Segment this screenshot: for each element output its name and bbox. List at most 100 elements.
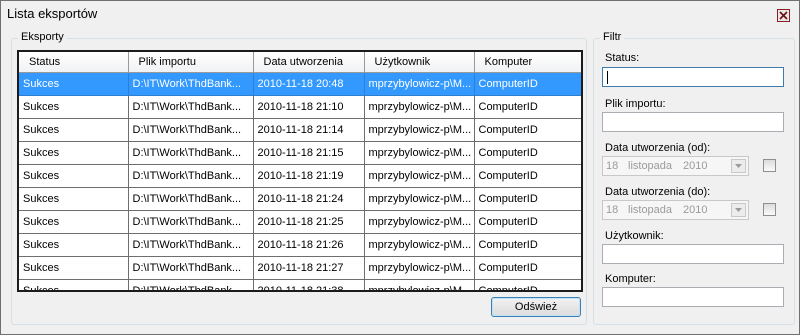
cell-computer: ComputerID — [474, 279, 581, 290]
cell-status: Sukces — [19, 187, 129, 211]
close-button[interactable] — [777, 9, 790, 22]
date-to-year: 2010 — [683, 204, 708, 216]
table-row[interactable]: Sukces D:\IT\Work\ThdBank... 2010-11-18 21… — [19, 164, 581, 188]
date-from-picker[interactable]: 18 listopada 2010 — [602, 156, 749, 176]
table-row[interactable]: Sukces D:\IT\Work\ThdBank... 2010-11-18 21… — [19, 95, 581, 119]
cell-computer: ComputerID — [474, 118, 581, 142]
exports-grid[interactable]: Status Plik importu Data utworzenia Użytkow… — [17, 50, 583, 292]
table-row[interactable]: Sukces D:\IT\Work\ThdBank... 2010-11-18 21… — [19, 141, 581, 165]
cell-status: Sukces — [19, 164, 129, 188]
date-from-dropdown-button[interactable] — [731, 159, 746, 173]
cell-import-file: D:\IT\Work\ThdBank... — [128, 72, 254, 96]
status-filter-input[interactable] — [602, 67, 784, 87]
date-to-picker[interactable]: 18 listopada 2010 — [602, 200, 749, 220]
cell-computer: ComputerID — [474, 141, 581, 165]
table-row[interactable]: Sukces D:\IT\Work\ThdBank... 2010-11-18 21… — [19, 187, 581, 211]
cell-computer: ComputerID — [474, 95, 581, 119]
cell-created-date: 2010-11-18 20:48 — [253, 72, 365, 96]
date-to-dropdown-button[interactable] — [731, 203, 746, 217]
column-header-computer[interactable]: Komputer — [474, 52, 581, 73]
cell-computer: ComputerID — [474, 256, 581, 280]
date-from-year: 2010 — [683, 160, 708, 172]
cell-status: Sukces — [19, 256, 129, 280]
date-from-day: 18 — [606, 160, 619, 172]
table-row[interactable]: Sukces D:\IT\Work\ThdBank... 2010-11-18 21… — [19, 118, 581, 142]
cell-computer: ComputerID — [474, 210, 581, 234]
cell-created-date: 2010-11-18 21:19 — [253, 164, 365, 188]
cell-user: mprzybylowicz-p\M... — [364, 256, 475, 280]
calendar-dropdown-icon — [735, 208, 742, 212]
cell-import-file: D:\IT\Work\ThdBank... — [128, 210, 254, 234]
cell-import-file: D:\IT\Work\ThdBank... — [128, 95, 254, 119]
cell-import-file: D:\IT\Work\ThdBank... — [128, 187, 254, 211]
cell-created-date: 2010-11-18 21:14 — [253, 118, 365, 142]
column-header-user[interactable]: Użytkownik — [364, 52, 475, 73]
computer-label: Komputer: — [605, 273, 656, 285]
exports-group-label: Eksporty — [18, 31, 67, 43]
status-label: Status: — [605, 52, 640, 64]
column-header-status[interactable]: Status — [19, 52, 129, 73]
cell-created-date: 2010-11-18 21:24 — [253, 187, 365, 211]
cell-import-file: D:\IT\Work\ThdBank... — [128, 256, 254, 280]
date-from-month: listopada — [628, 160, 673, 172]
cell-created-date: 2010-11-18 21:15 — [253, 141, 365, 165]
window-title: Lista eksportów — [7, 6, 98, 21]
cell-user: mprzybylowicz-p\M... — [364, 141, 475, 165]
date-to-label: Data utworzenia (do): — [605, 186, 711, 198]
table-row[interactable]: Sukces D:\IT\Work\ThdBank... 2010-11-18 21… — [19, 279, 581, 290]
calendar-dropdown-icon — [735, 164, 742, 168]
column-header-import-file[interactable]: Plik importu — [128, 52, 254, 73]
close-icon — [779, 11, 788, 20]
cell-status: Sukces — [19, 233, 129, 257]
cell-user: mprzybylowicz-p\M... — [364, 187, 475, 211]
column-header-created-date[interactable]: Data utworzenia — [253, 52, 365, 73]
cell-computer: ComputerID — [474, 233, 581, 257]
export-list-window: Lista eksportów Eksporty Status Plik impo… — [0, 0, 800, 335]
cell-import-file: D:\IT\Work\ThdBank... — [128, 164, 254, 188]
cell-created-date: 2010-11-18 21:25 — [253, 210, 365, 234]
cell-computer: ComputerID — [474, 187, 581, 211]
computer-filter-input[interactable] — [602, 287, 784, 307]
cell-import-file: D:\IT\Work\ThdBank... — [128, 141, 254, 165]
user-filter-input[interactable] — [602, 244, 784, 264]
refresh-button[interactable]: Odśwież — [491, 297, 581, 317]
title-bar[interactable]: Lista eksportów — [1, 1, 799, 25]
cell-user: mprzybylowicz-p\M... — [364, 164, 475, 188]
date-to-day: 18 — [606, 204, 619, 216]
cell-import-file: D:\IT\Work\ThdBank... — [128, 118, 254, 142]
cell-status: Sukces — [19, 279, 129, 290]
cell-user: mprzybylowicz-p\M... — [364, 279, 475, 290]
cell-user: mprzybylowicz-p\M... — [364, 72, 475, 96]
cell-status: Sukces — [19, 95, 129, 119]
table-row[interactable]: Sukces D:\IT\Work\ThdBank... 2010-11-18 20… — [19, 72, 581, 96]
cell-user: mprzybylowicz-p\M... — [364, 95, 475, 119]
cell-user: mprzybylowicz-p\M... — [364, 210, 475, 234]
cell-status: Sukces — [19, 210, 129, 234]
date-from-checkbox[interactable] — [763, 159, 776, 172]
cell-user: mprzybylowicz-p\M... — [364, 118, 475, 142]
cell-import-file: D:\IT\Work\ThdBank... — [128, 279, 254, 290]
user-label: Użytkownik: — [605, 230, 664, 242]
cell-status: Sukces — [19, 118, 129, 142]
cell-computer: ComputerID — [474, 164, 581, 188]
cell-user: mprzybylowicz-p\M... — [364, 233, 475, 257]
table-row[interactable]: Sukces D:\IT\Work\ThdBank... 2010-11-18 21… — [19, 233, 581, 257]
cell-created-date: 2010-11-18 21:26 — [253, 233, 365, 257]
date-to-checkbox[interactable] — [763, 203, 776, 216]
table-row[interactable]: Sukces D:\IT\Work\ThdBank... 2010-11-18 21… — [19, 210, 581, 234]
cell-import-file: D:\IT\Work\ThdBank... — [128, 233, 254, 257]
import-file-filter-input[interactable] — [602, 112, 784, 132]
cell-status: Sukces — [19, 72, 129, 96]
date-to-month: listopada — [628, 204, 673, 216]
cell-computer: ComputerID — [474, 72, 581, 96]
cell-created-date: 2010-11-18 21:27 — [253, 256, 365, 280]
filter-group-label: Filtr — [600, 31, 625, 43]
cell-status: Sukces — [19, 141, 129, 165]
import-file-label: Plik importu: — [605, 98, 666, 110]
text-caret — [607, 71, 608, 84]
date-from-label: Data utworzenia (od): — [605, 142, 711, 154]
table-row[interactable]: Sukces D:\IT\Work\ThdBank... 2010-11-18 21… — [19, 256, 581, 280]
cell-created-date: 2010-11-18 21:10 — [253, 95, 365, 119]
grid-header: Status Plik importu Data utworzenia Użytkow… — [19, 52, 581, 73]
cell-created-date: 2010-11-18 21:38 — [253, 279, 365, 290]
